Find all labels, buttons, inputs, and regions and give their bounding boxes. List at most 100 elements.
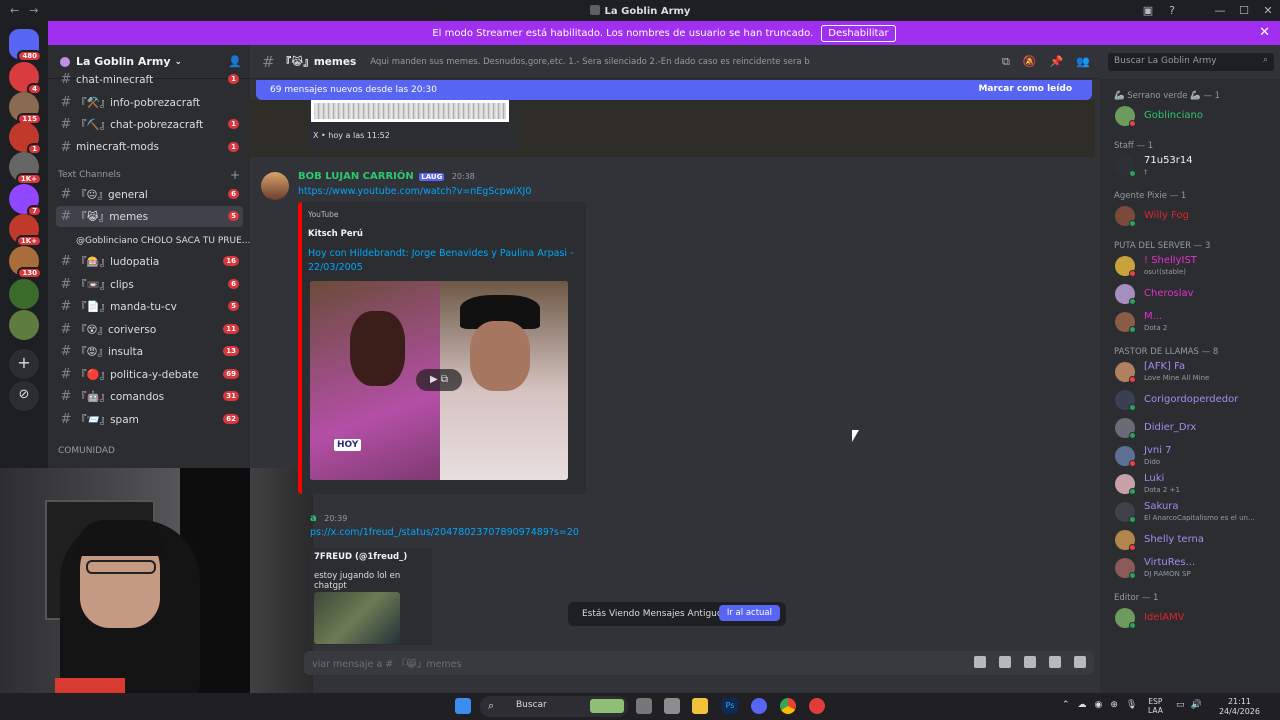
pin-icon[interactable]: 📌 (1050, 55, 1064, 69)
add-channel-icon[interactable]: + (230, 168, 240, 182)
message-input[interactable]: viar mensaje a # 『😹』memes (304, 651, 1094, 675)
channel-item[interactable]: # 『🤖』comandos 31 (56, 386, 243, 407)
member-item[interactable]: IdelAMV (1108, 605, 1276, 631)
message-link[interactable]: https://www.youtube.com/watch?v=nEgScpwi… (298, 186, 531, 197)
back-arrow-icon[interactable]: ← (10, 4, 19, 17)
channel-item[interactable]: # 『⛏️』chat-pobrezacraft 1 (56, 114, 243, 135)
emoji-icon[interactable] (1049, 656, 1061, 668)
member-item[interactable]: Didier_Drx (1108, 415, 1276, 441)
sticker-icon[interactable] (1024, 656, 1036, 668)
member-item[interactable]: VirtuRes... DJ RAMON SP (1108, 555, 1276, 581)
mark-as-read-button[interactable]: Marcar como leído (978, 84, 1072, 94)
help-icon[interactable]: ? (1160, 4, 1184, 17)
play-icon[interactable]: ▶ ⧉ (416, 369, 462, 391)
disable-streamer-button[interactable]: Deshabilitar (821, 24, 896, 42)
close-banner-icon[interactable]: ✕ (1259, 25, 1270, 40)
maximize-button[interactable]: ☐ (1232, 4, 1256, 17)
member-item[interactable]: 71u53r14 † (1108, 153, 1276, 179)
embed-image[interactable] (311, 100, 509, 122)
search-input[interactable]: Buscar La Goblin Army ⌕ (1108, 53, 1274, 71)
jump-to-present-button[interactable]: Ir al actual (718, 605, 780, 621)
close-window-button[interactable]: ✕ (1256, 4, 1280, 17)
forward-arrow-icon[interactable]: → (29, 4, 38, 17)
server-icon[interactable]: 7 (9, 184, 42, 217)
message-author-2[interactable]: a 20:39 (310, 513, 347, 524)
channel-item[interactable]: # 『📄』manda-tu-cv 5 (56, 296, 243, 317)
category-community[interactable]: COMUNIDAD (58, 446, 115, 456)
server-icon[interactable]: 1K+ (9, 214, 42, 247)
video-thumbnail[interactable]: HOY ▶ ⧉ (310, 281, 568, 480)
gift-icon[interactable] (974, 656, 986, 668)
server-icon[interactable]: 130 (9, 246, 42, 279)
member-activity: El AnarcoCapitalismo es el un... (1144, 514, 1255, 522)
server-icon[interactable] (9, 310, 39, 340)
chrome-icon[interactable] (780, 698, 796, 714)
taskbar-search[interactable]: ⌕ Buscar (480, 696, 628, 717)
member-item[interactable]: Goblinciano (1108, 103, 1276, 129)
member-list-icon[interactable]: 👥 (1076, 55, 1090, 69)
channel-item[interactable]: # 『😹』memes 5 (56, 206, 243, 227)
embed-provider[interactable]: YouTube (308, 210, 339, 219)
embed-thumbnail[interactable] (314, 592, 400, 644)
apps-icon[interactable] (1074, 656, 1086, 668)
member-item[interactable]: Jvni 7 Dido (1108, 443, 1276, 469)
member-item[interactable]: Willy Fog (1108, 203, 1276, 229)
language-indicator[interactable]: ESP LAA (1148, 697, 1163, 715)
channel-item[interactable]: # 『⚒️』info-pobrezacraft (56, 92, 243, 113)
member-name: Willy Fog (1144, 210, 1189, 221)
channel-item[interactable]: # 『😐』general 6 (56, 184, 243, 205)
channel-item[interactable]: # 『📨』spam 62 (56, 409, 243, 430)
notifications-muted-icon[interactable]: 🔕 (1023, 55, 1037, 69)
channel-topic[interactable]: Aqui manden sus memes. Desnudos,gore,etc… (370, 57, 810, 67)
channel-item[interactable]: # 『😵』coriverso 11 (56, 319, 243, 340)
channel-item[interactable]: # 『🎰』ludopatia 16 (56, 251, 243, 272)
add-server-icon[interactable]: + (9, 349, 39, 379)
member-item[interactable]: Cheroslav (1108, 281, 1276, 307)
file-explorer-icon[interactable] (692, 698, 708, 714)
member-item[interactable]: ! ShellyIST osu!(stable) (1108, 253, 1276, 279)
embed-title[interactable]: Hoy con Hildebrandt: Jorge Benavides y P… (308, 247, 578, 275)
server-icon[interactable]: 1 (9, 122, 42, 155)
clock[interactable]: 21:11 24/4/2026 (1219, 697, 1260, 717)
channel-item[interactable]: # chat-minecraft 1 (56, 69, 243, 90)
threads-icon[interactable]: ⧉ (1002, 55, 1010, 69)
embed-author-2[interactable]: 7FREUD (@1freud_) (314, 552, 407, 562)
task-view-icon[interactable] (636, 698, 652, 714)
avatar[interactable] (261, 172, 289, 200)
discord-taskbar-icon[interactable] (751, 698, 767, 714)
server-icon[interactable]: 115 (9, 92, 42, 125)
app-icon-2[interactable] (809, 698, 825, 714)
minimize-button[interactable]: — (1208, 4, 1232, 17)
channel-item[interactable]: # 『😡』insulta 13 (56, 341, 243, 362)
app-icon[interactable] (664, 698, 680, 714)
message-link-2[interactable]: ps://x.com/1freud_/status/20478023707890… (310, 527, 579, 538)
windows-start-icon[interactable] (455, 698, 471, 714)
channel-item[interactable]: # 『📼』clips 6 (56, 274, 243, 295)
category-text-channels[interactable]: Text Channels (58, 170, 121, 180)
discover-icon[interactable]: ⊘ (9, 381, 39, 411)
server-icon[interactable]: 480 (9, 29, 42, 62)
add-member-icon[interactable]: 👤 (228, 55, 242, 68)
channel-item[interactable]: # 『🔴』politica-y-debate 69 (56, 364, 243, 385)
thread-item[interactable]: @Goblinciano CHOLO SACA TU PRUE... (68, 230, 250, 251)
channel-item[interactable]: # minecraft-mods 1 (56, 137, 243, 158)
member-item[interactable]: [AFK] Fa Love Mine All Mine (1108, 359, 1276, 385)
server-icon[interactable]: 4 (9, 62, 42, 95)
member-item[interactable]: M... Dota 2 (1108, 309, 1276, 335)
server-icon[interactable] (9, 279, 39, 309)
embed-author[interactable]: Kitsch Perú (308, 229, 363, 239)
taskbar-search-label: Buscar (516, 700, 547, 710)
member-item[interactable]: Sakura El AnarcoCapitalismo es el un... (1108, 499, 1276, 525)
photoshop-icon[interactable]: Ps (722, 698, 738, 714)
status-dot-icon (1129, 488, 1136, 495)
member-item[interactable]: Shelly terna (1108, 527, 1276, 553)
new-messages-bar[interactable]: 69 mensajes nuevos desde las 20:30 Marca… (256, 80, 1092, 100)
gif-icon[interactable] (999, 656, 1011, 668)
tray-icons[interactable]: ⌃☁◉⊕🎙 (1062, 700, 1145, 710)
member-item[interactable]: Luki Dota 2 +1 (1108, 471, 1276, 497)
message-author[interactable]: BOB LUJAN CARRIÓN LAUG 20:38 (298, 171, 475, 182)
member-item[interactable]: Corigordoperdedor (1108, 387, 1276, 413)
server-icon[interactable]: 1K+ (9, 152, 42, 185)
system-icons[interactable]: ▭🔊 (1176, 700, 1208, 710)
inbox-icon[interactable]: ▣ (1136, 4, 1160, 17)
